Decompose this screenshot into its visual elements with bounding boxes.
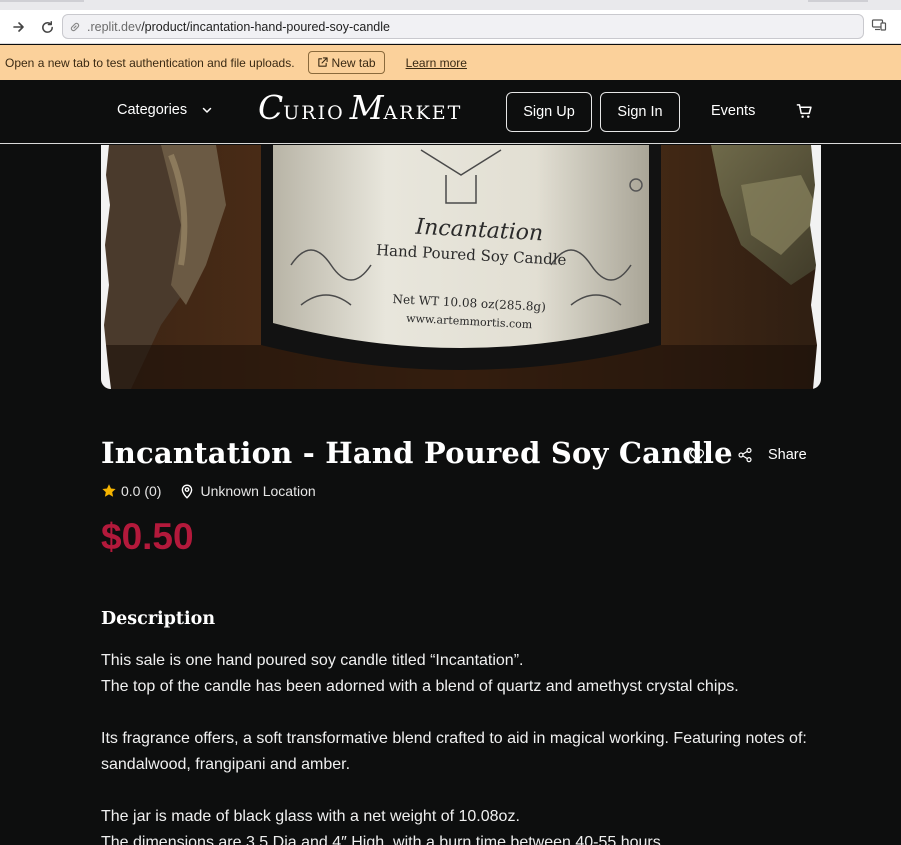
devices-icon[interactable] — [871, 17, 889, 35]
description-line: The dimensions are 3.5 Dia and 4″ High, … — [101, 834, 666, 845]
product-image: Incantation Hand Poured Soy Candle Net W… — [101, 145, 821, 389]
star-icon — [102, 484, 116, 497]
url-domain: .replit.dev — [87, 19, 142, 34]
reload-icon — [41, 20, 53, 33]
auth-notice-bar: Open a new tab to test authentication an… — [0, 45, 901, 80]
share-label: Share — [768, 447, 807, 463]
review-count: (0) — [144, 483, 162, 499]
new-tab-button[interactable]: New tab — [307, 51, 385, 74]
categories-label: Categories — [117, 102, 188, 118]
events-link[interactable]: Events — [711, 103, 755, 119]
product-description: This sale is one hand poured soy candle … — [101, 648, 821, 845]
heart-icon — [689, 449, 705, 462]
reload-button[interactable] — [35, 15, 59, 39]
chevron-down-icon — [202, 107, 212, 113]
favorite-button[interactable] — [689, 447, 707, 465]
map-pin-icon — [182, 484, 193, 499]
site-header: Categories CURIO MARKET Sign Up Sign In … — [0, 80, 901, 144]
sign-up-button[interactable]: Sign Up — [506, 92, 592, 132]
site-logo[interactable]: CURIO MARKET — [258, 88, 462, 127]
learn-more-link[interactable]: Learn more — [406, 56, 467, 70]
sign-in-button[interactable]: Sign In — [600, 92, 680, 132]
notice-text: Open a new tab to test authentication an… — [5, 55, 295, 70]
share-button[interactable]: Share — [737, 447, 807, 463]
logo-letter-m: M — [349, 88, 384, 127]
logo-word-arket: ARKET — [383, 102, 463, 124]
url-path: /product/incantation-hand-poured-soy-can… — [141, 19, 390, 34]
external-link-icon — [317, 57, 328, 67]
browser-tab-strip — [0, 0, 901, 10]
arrow-right-icon — [13, 22, 24, 32]
product-meta: 0.0 (0) Unknown Location — [101, 483, 316, 499]
link-icon — [69, 20, 83, 34]
categories-dropdown[interactable]: Categories — [117, 102, 213, 118]
forward-button[interactable] — [7, 15, 31, 39]
description-line: This sale is one hand poured soy candle … — [101, 652, 524, 669]
description-heading: Description — [101, 609, 216, 629]
logo-word-urio: URIO — [283, 102, 345, 124]
description-line: Its fragrance offers, a soft transformat… — [101, 730, 807, 773]
rating-value: 0.0 — [121, 483, 141, 499]
address-bar[interactable]: .replit.dev/product/incantation-hand-pou… — [62, 14, 864, 39]
product-price: $0.50 — [101, 516, 194, 557]
cart-icon[interactable] — [796, 103, 814, 121]
tab-strip-edge — [808, 0, 868, 2]
description-line: The jar is made of black glass with a ne… — [101, 808, 520, 825]
logo-letter-c: C — [258, 88, 284, 127]
product-location: Unknown Location — [200, 483, 316, 499]
share-icon — [738, 447, 752, 463]
new-tab-label: New tab — [331, 55, 376, 70]
browser-toolbar: .replit.dev/product/incantation-hand-pou… — [0, 10, 901, 44]
tab-strip-edge — [0, 0, 84, 2]
description-line: The top of the candle has been adorned w… — [101, 678, 739, 695]
product-title: Incantation - Hand Poured Soy Candle — [101, 436, 733, 470]
